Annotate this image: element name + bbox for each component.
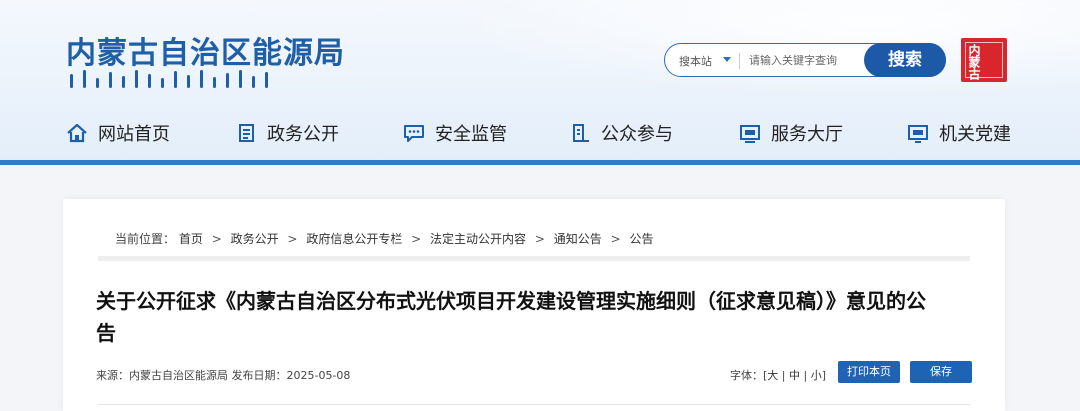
font-medium-link[interactable]: 中 — [789, 369, 800, 382]
nav-label: 安全监管 — [435, 124, 507, 145]
breadcrumb-notices[interactable]: 通知公告 — [554, 232, 602, 246]
print-button[interactable]: 打印本页 — [838, 361, 900, 383]
breadcrumb-separator: > — [411, 232, 422, 246]
breadcrumb-gov-affairs[interactable]: 政务公开 — [231, 232, 279, 246]
chat-icon — [404, 125, 424, 142]
save-button[interactable]: 保存 — [910, 361, 972, 383]
header-bottom-bar — [0, 160, 1080, 165]
breadcrumb-separator: > — [287, 232, 298, 246]
font-divider: | — [781, 369, 786, 382]
font-divider: | — [803, 369, 808, 382]
search-input[interactable] — [749, 50, 859, 70]
breadcrumb-separator: > — [534, 232, 545, 246]
nav-item-party[interactable]: 机关党建 — [907, 116, 1011, 150]
site-header: 内蒙古自治区能源局 搜本站 搜索 内蒙古 网站首页 — [0, 0, 1080, 165]
party-icon — [908, 125, 928, 143]
breadcrumb-statutory[interactable]: 法定主动公开内容 — [430, 232, 526, 246]
breadcrumb-announcement[interactable]: 公告 — [630, 232, 654, 246]
breadcrumb-info-column[interactable]: 政府信息公开专栏 — [306, 232, 402, 246]
font-size-control: 字体：[大 | 中 | 小] — [730, 367, 826, 383]
search-scope-select[interactable]: 搜本站 — [679, 53, 712, 69]
mongolian-script-logo — [70, 68, 310, 88]
breadcrumb-separator: > — [610, 232, 621, 246]
search-button[interactable]: 搜索 — [864, 43, 946, 77]
nav-item-public[interactable]: 公众参与 — [571, 116, 673, 150]
seal-text: 内蒙古 — [967, 44, 981, 80]
nav-label: 机关党建 — [939, 124, 1011, 145]
font-end: ] — [821, 369, 827, 382]
people-icon — [573, 124, 589, 142]
home-icon — [67, 123, 87, 143]
nav-item-safety[interactable]: 安全监管 — [403, 116, 507, 150]
nav-label: 公众参与 — [601, 124, 673, 145]
font-large-link[interactable]: 大 — [767, 369, 778, 382]
breadcrumb-separator: > — [211, 232, 222, 246]
chevron-down-icon[interactable] — [723, 57, 731, 62]
meta-divider — [98, 404, 970, 405]
search-divider — [739, 53, 740, 69]
nav-item-home[interactable]: 网站首页 — [66, 116, 170, 150]
nav-item-gov-affairs[interactable]: 政务公开 — [237, 116, 339, 150]
article-meta: 来源：内蒙古自治区能源局 发布日期：2025-05-08 — [96, 369, 351, 382]
font-label: 字体：[ — [730, 369, 768, 382]
article-title: 关于公开征求《内蒙古自治区分布式光伏项目开发建设管理实施细则（征求意见稿）》意见… — [96, 289, 926, 345]
site-logo-title[interactable]: 内蒙古自治区能源局 — [66, 28, 345, 72]
breadcrumb: 当前位置： 首页 > 政务公开 > 政府信息公开专栏 > 法定主动公开内容 > … — [115, 230, 654, 247]
breadcrumb-prefix: 当前位置： — [115, 232, 176, 246]
font-small-link[interactable]: 小 — [811, 369, 822, 382]
breadcrumb-divider — [98, 256, 970, 261]
nav-label: 政务公开 — [267, 124, 339, 145]
breadcrumb-home[interactable]: 首页 — [179, 232, 203, 246]
nav-item-service[interactable]: 服务大厅 — [739, 116, 843, 150]
content-card: 当前位置： 首页 > 政务公开 > 政府信息公开专栏 > 法定主动公开内容 > … — [63, 199, 1005, 411]
main-nav: 网站首页 政务公开 安全监管 公众参与 服务大厅 机关党建 — [0, 116, 1080, 150]
document-icon — [239, 124, 254, 142]
nav-label: 网站首页 — [98, 124, 170, 145]
service-icon — [740, 125, 760, 143]
nav-label: 服务大厅 — [771, 124, 843, 145]
seal-logo: 内蒙古 — [961, 38, 1007, 82]
